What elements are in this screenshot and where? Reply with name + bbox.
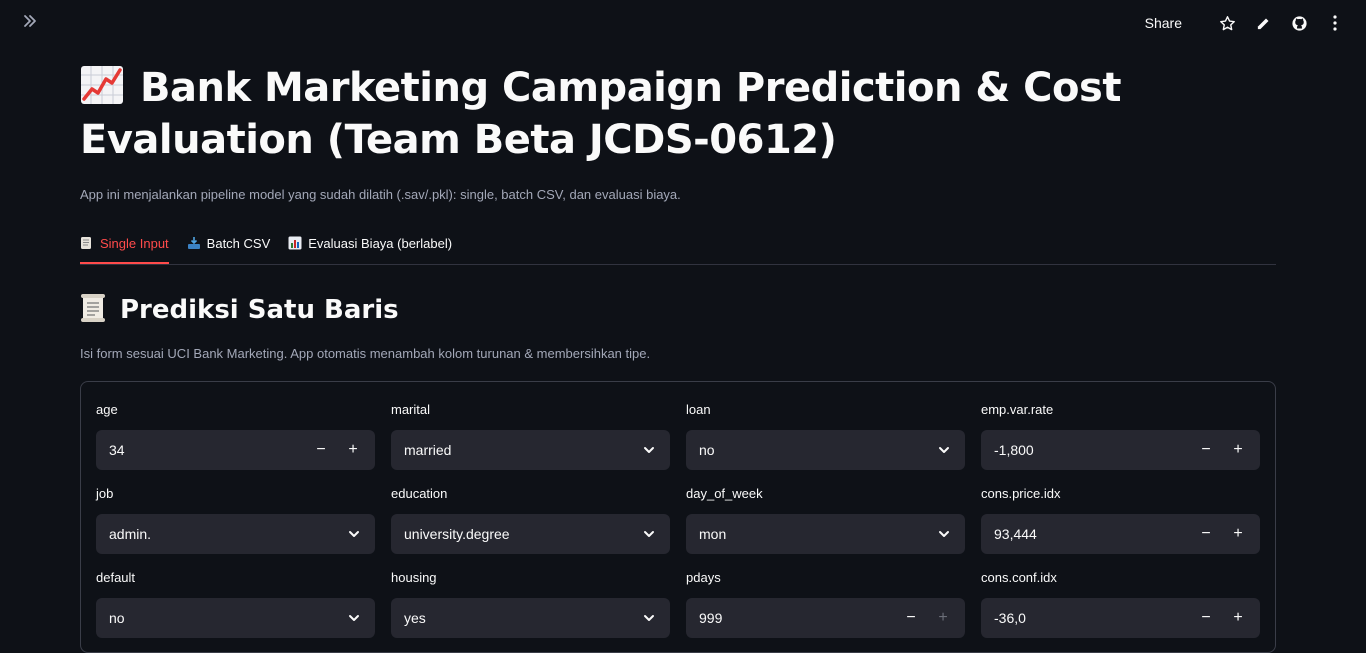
cons-price-idx-number-input[interactable]: 93,444 − + [981,514,1260,554]
input-value[interactable]: -36,0 [981,610,1190,626]
age-number-input[interactable]: 34 − + [96,430,375,470]
pencil-icon[interactable] [1254,14,1272,32]
star-icon[interactable] [1218,14,1236,32]
field-education: education university.degree [391,486,670,554]
field-label: housing [391,570,437,585]
field-emp-var-rate: emp.var.rate -1,800 − + [981,402,1260,470]
section-title-text: Prediksi Satu Baris [120,295,399,325]
field-label: cons.conf.idx [981,570,1057,585]
field-label: job [96,486,114,501]
page-title-text: Bank Marketing Campaign Prediction & Cos… [80,65,1121,163]
housing-select[interactable]: yes [391,598,670,638]
pdays-number-input[interactable]: 999 − + [686,598,965,638]
page-title: Bank Marketing Campaign Prediction & Cos… [80,62,1260,166]
select-value: no [699,442,715,458]
decrement-button[interactable]: − [1190,514,1222,554]
tab-bar: Single Input Batch CSV Evaluasi Biaya (b… [80,228,1276,265]
field-label: day_of_week [686,486,763,501]
default-select[interactable]: no [96,598,375,638]
top-bar: Share [0,0,1366,46]
increment-button[interactable]: + [1222,598,1254,638]
field-housing: housing yes [391,570,670,638]
page-subtitle: App ini menjalankan pipeline model yang … [80,187,681,202]
select-value: admin. [109,526,152,542]
job-select[interactable]: admin. [96,514,375,554]
toolbar-actions: Share [1145,12,1344,34]
chevron-down-icon [644,531,654,537]
field-label: pdays [686,570,721,585]
field-label: education [391,486,448,501]
day-of-week-select[interactable]: mon [686,514,965,554]
cons-conf-idx-number-input[interactable]: -36,0 − + [981,598,1260,638]
stepper: − + [1190,430,1254,470]
field-label: age [96,402,118,417]
field-marital: marital married [391,402,670,470]
tab-batch-csv[interactable]: Batch CSV [187,228,271,258]
tab-label: Evaluasi Biaya (berlabel) [308,235,453,251]
section-title: Prediksi Satu Baris [80,290,399,330]
field-label: default [96,570,136,585]
select-value: yes [404,610,426,626]
section-caption: Isi form sesuai UCI Bank Marketing. App … [80,346,651,361]
field-age: age 34 − + [96,402,375,470]
emp-var-rate-number-input[interactable]: -1,800 − + [981,430,1260,470]
select-value: university.degree [404,526,510,542]
scroll-icon [80,293,108,323]
field-label: loan [686,402,711,417]
bar-chart-icon [288,236,302,250]
increment-button[interactable]: + [1222,514,1254,554]
input-value[interactable]: -1,800 [981,442,1190,458]
tab-label: Batch CSV [206,235,271,251]
field-cons-price-idx: cons.price.idx 93,444 − + [981,486,1260,554]
increment-button[interactable]: + [927,598,959,638]
chevron-down-icon [644,447,654,453]
input-value[interactable]: 999 [686,610,895,626]
increment-button[interactable]: + [1222,430,1254,470]
stepper: − + [305,430,369,470]
input-value[interactable]: 93,444 [981,526,1190,542]
field-label: marital [391,402,431,417]
marital-select[interactable]: married [391,430,670,470]
decrement-button[interactable]: − [895,598,927,638]
decrement-button[interactable]: − [305,430,337,470]
more-vert-icon[interactable] [1326,14,1344,32]
field-job: job admin. [96,486,375,554]
expand-sidebar-icon[interactable] [22,13,42,33]
stepper: − + [1190,598,1254,638]
chevron-down-icon [644,615,654,621]
field-day-of-week: day_of_week mon [686,486,965,554]
chevron-down-icon [939,531,949,537]
field-loan: loan no [686,402,965,470]
select-value: no [109,610,125,626]
prediction-form: age 34 − + marital married loan no emp.v… [80,381,1276,653]
inbox-tray-icon [187,236,201,250]
select-value: mon [699,526,727,542]
field-label: cons.price.idx [981,486,1061,501]
scroll-icon [80,236,94,250]
chevron-down-icon [939,447,949,453]
share-button[interactable]: Share [1145,15,1182,31]
chevron-down-icon [349,531,359,537]
stepper: − + [895,598,959,638]
field-label: emp.var.rate [981,402,1054,417]
decrement-button[interactable]: − [1190,598,1222,638]
chevron-down-icon [349,615,359,621]
input-value[interactable]: 34 [96,442,305,458]
select-value: married [404,442,452,458]
tab-label: Single Input [100,235,169,251]
field-default: default no [96,570,375,638]
field-pdays: pdays 999 − + [686,570,965,638]
education-select[interactable]: university.degree [391,514,670,554]
increment-button[interactable]: + [337,430,369,470]
loan-select[interactable]: no [686,430,965,470]
tab-evaluasi-biaya[interactable]: Evaluasi Biaya (berlabel) [288,228,452,258]
field-cons-conf-idx: cons.conf.idx -36,0 − + [981,570,1260,638]
stepper: − + [1190,514,1254,554]
chart-increasing-icon [80,65,124,105]
tab-single-input[interactable]: Single Input [80,228,169,264]
github-icon[interactable] [1290,14,1308,32]
decrement-button[interactable]: − [1190,430,1222,470]
